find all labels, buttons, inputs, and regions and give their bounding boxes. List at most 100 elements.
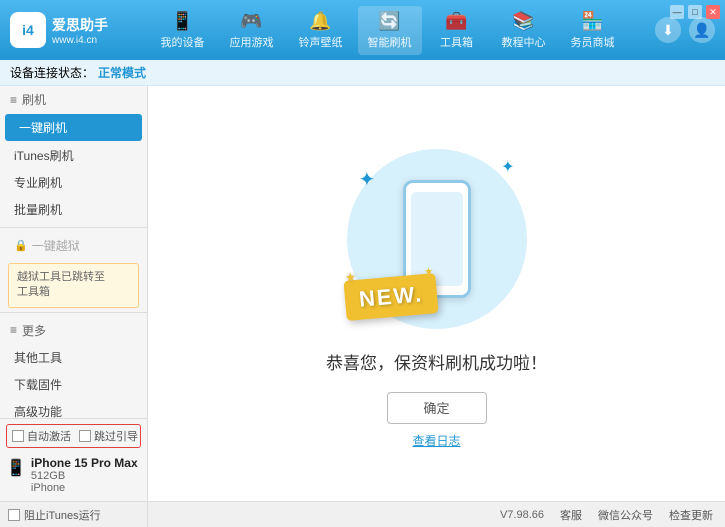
sidebar-scroll: ≡ 刷机 一键刷机 iTunes刷机 专业刷机 批量刷机 🔒 bbox=[0, 86, 147, 418]
apps-icon: 🎮 bbox=[240, 11, 262, 32]
logo-text: 爱思助手 www.i4.cn bbox=[52, 15, 108, 46]
sidebar-item-download-firmware[interactable]: 下载固件 bbox=[0, 371, 147, 398]
itunes-flash-label: iTunes刷机 bbox=[14, 147, 74, 164]
tutorial-icon: 📚 bbox=[512, 11, 534, 32]
sparkle-right: ✦ bbox=[501, 157, 514, 177]
sidebar-item-itunes-flash[interactable]: iTunes刷机 bbox=[0, 142, 147, 169]
status-prefix: 设备连接状态： bbox=[10, 64, 94, 81]
sidebar-section1-label: 刷机 bbox=[22, 91, 46, 108]
download-firmware-label: 下载固件 bbox=[14, 376, 62, 393]
tab-store[interactable]: 🏪 务员商城 bbox=[561, 6, 625, 55]
tab-apps-label: 应用游戏 bbox=[230, 34, 274, 50]
device-phone-icon: 📱 bbox=[6, 458, 26, 478]
sidebar-item-batch-flash[interactable]: 批量刷机 bbox=[0, 196, 147, 223]
sidebar-divider2 bbox=[0, 312, 147, 313]
skip-guide-label: 跳过引导 bbox=[94, 428, 138, 444]
logo-char: i4 bbox=[22, 22, 34, 38]
tab-tutorial-label: 教程中心 bbox=[502, 34, 546, 50]
window-controls: — □ ✕ bbox=[670, 5, 720, 19]
main-content: ✦ ✦ ★ ★ NEW. 恭喜您，保资料刷机成功啦！ 确定 查看日志 bbox=[148, 86, 725, 501]
star-left: ★ bbox=[344, 270, 356, 285]
sidebar-bottom: 自动激活 跳过引导 📱 iPhone 15 Pro Max 512GB iPho… bbox=[0, 418, 147, 501]
checkbox-outlined-area: 自动激活 跳过引导 bbox=[6, 424, 141, 448]
sidebar-item-advanced[interactable]: 高级功能 bbox=[0, 398, 147, 418]
sidebar: ≡ 刷机 一键刷机 iTunes刷机 专业刷机 批量刷机 🔒 bbox=[0, 86, 148, 501]
ringtone-icon: 🔔 bbox=[309, 11, 331, 32]
skip-guide-item[interactable]: 跳过引导 bbox=[79, 428, 138, 444]
flash-section-icon: ≡ bbox=[10, 93, 17, 107]
itunes-checkbox[interactable] bbox=[8, 509, 20, 521]
advanced-label: 高级功能 bbox=[14, 403, 62, 418]
tab-toolbox-label: 工具箱 bbox=[440, 34, 473, 50]
footer-check-update[interactable]: 检查更新 bbox=[669, 507, 713, 523]
maximize-button[interactable]: □ bbox=[688, 5, 702, 19]
logo-sub: www.i4.cn bbox=[52, 35, 108, 46]
logo-main: 爱思助手 bbox=[52, 15, 108, 35]
view-log-link[interactable]: 查看日志 bbox=[412, 432, 460, 449]
tab-smart-flash-label: 智能刷机 bbox=[368, 34, 412, 50]
success-illustration: ✦ ✦ ★ ★ NEW. 恭喜您，保资料刷机成功啦！ 确定 查看日志 bbox=[326, 139, 547, 449]
sidebar-item-other-tools[interactable]: 其他工具 bbox=[0, 344, 147, 371]
footer-left: 阻止iTunes运行 bbox=[0, 502, 148, 527]
sparkle-left: ✦ bbox=[359, 167, 376, 192]
success-message: 恭喜您，保资料刷机成功啦！ bbox=[326, 349, 547, 374]
phone-illustration: ✦ ✦ ★ ★ NEW. bbox=[337, 139, 537, 339]
footer-right: V7.98.66 客服 微信公众号 检查更新 bbox=[148, 507, 725, 523]
nav-tabs: 📱 我的设备 🎮 应用游戏 🔔 铃声壁纸 🔄 智能刷机 🧰 工具箱 📚 bbox=[130, 6, 645, 55]
footer-wechat[interactable]: 微信公众号 bbox=[598, 507, 653, 523]
footer-bar: 阻止iTunes运行 V7.98.66 客服 微信公众号 检查更新 bbox=[0, 501, 725, 527]
sidebar-item-jailbreak: 🔒 一键越狱 bbox=[0, 232, 147, 259]
batch-flash-label: 批量刷机 bbox=[14, 201, 62, 218]
itunes-label: 阻止iTunes运行 bbox=[24, 507, 101, 523]
skip-guide-checkbox[interactable] bbox=[79, 430, 91, 442]
device-info-row: 📱 iPhone 15 Pro Max 512GB iPhone bbox=[6, 454, 141, 496]
header-actions: ⬇ 👤 bbox=[655, 17, 715, 43]
close-button[interactable]: ✕ bbox=[706, 5, 720, 19]
main-area: ≡ 刷机 一键刷机 iTunes刷机 专业刷机 批量刷机 🔒 bbox=[0, 86, 725, 501]
store-icon: 🏪 bbox=[581, 11, 603, 32]
app-wrapper: i4 爱思助手 www.i4.cn 📱 我的设备 🎮 应用游戏 🔔 铃声壁纸 🔄 bbox=[0, 0, 725, 527]
logo-icon: i4 bbox=[10, 12, 46, 48]
smart-flash-icon: 🔄 bbox=[378, 11, 400, 32]
tab-store-label: 务员商城 bbox=[571, 34, 615, 50]
tab-ringtone-label: 铃声壁纸 bbox=[299, 34, 343, 50]
auto-activate-checkbox[interactable] bbox=[12, 430, 24, 442]
footer-version: V7.98.66 bbox=[500, 509, 544, 521]
sidebar-section2-header: ≡ 更多 bbox=[0, 317, 147, 344]
tab-my-device-label: 我的设备 bbox=[161, 34, 205, 50]
auto-activate-label: 自动激活 bbox=[27, 428, 71, 444]
sidebar-notice: 越狱工具已跳转至工具箱 bbox=[8, 263, 139, 308]
tab-my-device[interactable]: 📱 我的设备 bbox=[151, 6, 215, 55]
auto-activate-item[interactable]: 自动激活 bbox=[12, 428, 71, 444]
pro-flash-label: 专业刷机 bbox=[14, 174, 62, 191]
tab-ringtone[interactable]: 🔔 铃声壁纸 bbox=[289, 6, 353, 55]
device-name: iPhone 15 Pro Max bbox=[31, 456, 138, 470]
new-badge-text: NEW. bbox=[357, 281, 423, 312]
lock-icon: 🔒 bbox=[14, 239, 28, 252]
footer-customer-service[interactable]: 客服 bbox=[560, 507, 582, 523]
sidebar-section1-header: ≡ 刷机 bbox=[0, 86, 147, 113]
one-click-flash-label: 一键刷机 bbox=[19, 119, 67, 136]
sidebar-item-one-click-flash[interactable]: 一键刷机 bbox=[5, 114, 142, 141]
new-badge: ★ ★ NEW. bbox=[343, 273, 438, 321]
tab-apps[interactable]: 🎮 应用游戏 bbox=[220, 6, 284, 55]
download-button[interactable]: ⬇ bbox=[655, 17, 681, 43]
sidebar-divider1 bbox=[0, 227, 147, 228]
user-button[interactable]: 👤 bbox=[689, 17, 715, 43]
toolbox-icon: 🧰 bbox=[445, 11, 467, 32]
status-bar: 设备连接状态： 正常模式 bbox=[0, 60, 725, 86]
device-text: iPhone 15 Pro Max 512GB iPhone bbox=[31, 456, 138, 494]
minimize-button[interactable]: — bbox=[670, 5, 684, 19]
phone-screen bbox=[411, 192, 463, 286]
status-value: 正常模式 bbox=[98, 64, 146, 81]
tab-smart-flash[interactable]: 🔄 智能刷机 bbox=[358, 6, 422, 55]
sidebar-item-pro-flash[interactable]: 专业刷机 bbox=[0, 169, 147, 196]
tab-tutorial[interactable]: 📚 教程中心 bbox=[492, 6, 556, 55]
other-tools-label: 其他工具 bbox=[14, 349, 62, 366]
tab-toolbox[interactable]: 🧰 工具箱 bbox=[427, 6, 487, 55]
jailbreak-label: 一键越狱 bbox=[32, 237, 80, 254]
star-right: ★ bbox=[423, 266, 433, 278]
more-section-icon: ≡ bbox=[10, 323, 17, 337]
confirm-button[interactable]: 确定 bbox=[387, 392, 487, 424]
device-type: iPhone bbox=[31, 482, 138, 494]
